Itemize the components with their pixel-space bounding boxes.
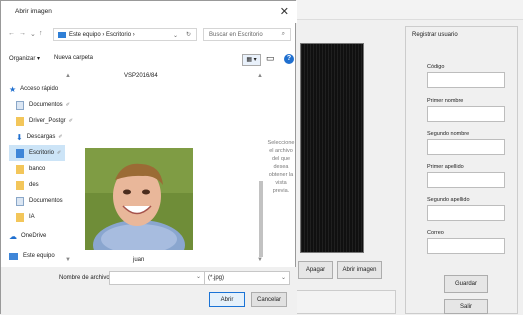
cancel-button[interactable]: Cancelar	[251, 292, 287, 307]
nav-item-este-equipo[interactable]: Este equipo	[9, 248, 55, 264]
folder-icon	[58, 31, 66, 38]
correo-input[interactable]	[427, 238, 505, 254]
chevron-down-icon[interactable]: ⌄	[196, 273, 201, 280]
nav-label: OneDrive	[21, 233, 47, 239]
search-input[interactable]: Buscar en Escritorio ⌕	[203, 28, 291, 41]
codigo-input[interactable]	[427, 72, 505, 88]
computer-icon	[9, 252, 18, 260]
chevron-down-icon[interactable]: ⌄	[173, 32, 178, 39]
primer-apellido-input[interactable]	[427, 172, 505, 188]
scroll-up-icon[interactable]: ▲	[257, 73, 263, 79]
primer-nombre-input[interactable]	[427, 106, 505, 122]
nav-label: banco	[29, 166, 46, 172]
document-icon	[16, 100, 24, 110]
segundo-nombre-input[interactable]	[427, 139, 505, 155]
folder-icon	[16, 148, 24, 158]
nav-scrollbar[interactable]: ▲ ▼	[65, 69, 72, 267]
nav-label: Acceso rápido	[20, 86, 59, 92]
navigation-pane: ★ Acceso rápido Documentos ✐ Driver_Postg…	[1, 73, 73, 267]
up-arrow-icon[interactable]: ↑	[39, 30, 43, 37]
document-icon	[16, 196, 24, 206]
dialog-title: Abrir imagen	[15, 8, 52, 15]
close-icon[interactable]: ✕	[280, 5, 289, 18]
preview-hint: Seleccione el archivo del que desea obte…	[267, 140, 295, 194]
segundo-apellido-label: Segundo apellido	[427, 197, 470, 203]
file-label-top[interactable]: VSP2016/84	[124, 73, 158, 79]
nav-item-documentos-2[interactable]: Documentos	[16, 193, 63, 209]
open-button[interactable]: Abrir	[209, 292, 245, 307]
nav-label: Documentos	[29, 102, 63, 108]
correo-label: Correo	[427, 230, 444, 236]
primer-nombre-label: Primer nombre	[427, 98, 464, 104]
dialog-toolbar: Organizar ▾ Nueva carpeta ▦ ▾ ▭ ?	[1, 47, 297, 69]
abrir-imagen-button[interactable]: Abrir imagen	[337, 261, 382, 279]
nav-label: Driver_Postgr	[29, 118, 66, 124]
file-name-label: Nombre de archivo:	[59, 275, 112, 281]
codigo-label: Código	[427, 64, 445, 70]
file-name-input[interactable]: ⌄	[109, 271, 205, 285]
file-label-juan[interactable]: juan	[133, 257, 144, 263]
pin-icon: ✐	[57, 150, 62, 156]
download-icon: ⬇	[16, 132, 23, 142]
nav-label: IA	[29, 214, 35, 220]
search-icon: ⌕	[281, 31, 285, 37]
file-type-value: (*.jpg)	[208, 275, 225, 281]
nav-label: Documentos	[29, 198, 63, 204]
nav-label: Descargas	[26, 134, 56, 140]
nav-item-acceso-rapido[interactable]: ★ Acceso rápido	[9, 81, 58, 97]
primer-apellido-label: Primer apellido	[427, 164, 464, 170]
scroll-thumb[interactable]	[259, 181, 263, 257]
segundo-nombre-label: Segundo nombre	[427, 131, 470, 137]
register-legend: Registrar usuario	[410, 32, 460, 38]
nav-label: Este equipo	[23, 253, 55, 259]
back-icon[interactable]: ←	[8, 30, 15, 37]
nav-label: des	[29, 182, 39, 188]
salir-button[interactable]: Salir	[444, 299, 488, 314]
chevron-down-icon[interactable]: ⌄	[281, 274, 286, 281]
nav-item-banco[interactable]: banco	[16, 161, 45, 177]
folder-icon	[16, 180, 24, 190]
image-thumbnail[interactable]	[85, 148, 193, 250]
dialog-titlebar: Abrir imagen ✕	[1, 1, 297, 23]
nav-item-documentos[interactable]: Documentos ✐	[16, 97, 70, 113]
organize-button[interactable]: Organizar ▾	[9, 55, 40, 62]
bottom-panel	[296, 290, 396, 314]
folder-icon	[16, 212, 24, 222]
open-image-dialog: Abrir imagen ✕ ← → ⌄ ↑ Este equipo › Esc…	[0, 0, 297, 315]
register-user-groupbox	[405, 26, 518, 314]
cloud-icon: ☁	[9, 231, 17, 241]
chevron-down-icon[interactable]: ⌄	[30, 30, 36, 38]
image-preview-panel	[300, 43, 364, 253]
help-icon[interactable]: ?	[284, 54, 294, 64]
star-icon: ★	[9, 84, 17, 94]
file-type-select[interactable]: (*.jpg) ⌄	[204, 271, 290, 285]
scroll-up-icon[interactable]: ▲	[65, 73, 71, 79]
folder-icon	[16, 164, 24, 174]
new-folder-button[interactable]: Nueva carpeta	[54, 55, 93, 61]
nav-item-descargas[interactable]: ⬇ Descargas ✐	[16, 129, 63, 145]
nav-item-ia[interactable]: IA	[16, 209, 35, 225]
scroll-down-icon[interactable]: ▼	[65, 257, 71, 263]
apagar-button[interactable]: Apagar	[298, 261, 333, 279]
panel-icon[interactable]: ▭	[266, 53, 275, 64]
scroll-down-icon[interactable]: ▼	[257, 257, 263, 263]
address-path: Este equipo › Escritorio ›	[69, 31, 135, 38]
nav-item-escritorio[interactable]: Escritorio ✐	[9, 145, 65, 161]
folder-icon	[16, 116, 24, 126]
search-placeholder: Buscar en Escritorio	[209, 32, 263, 38]
refresh-icon[interactable]: ↻	[186, 31, 191, 38]
nav-item-des[interactable]: des	[16, 177, 39, 193]
boy-photo	[85, 148, 193, 250]
pin-icon: ✐	[58, 134, 63, 140]
segundo-apellido-input[interactable]	[427, 205, 505, 221]
nav-item-onedrive[interactable]: ☁ OneDrive	[9, 228, 46, 244]
address-row: ← → ⌄ ↑ Este equipo › Escritorio › ⌄ ↻ B…	[1, 25, 297, 43]
forward-icon[interactable]: →	[19, 30, 26, 37]
grid-icon[interactable]: ▦ ▾	[242, 54, 261, 66]
background-titlebar	[296, 0, 523, 20]
address-bar[interactable]: Este equipo › Escritorio › ⌄ ↻	[53, 28, 197, 41]
nav-label: Escritorio	[29, 150, 55, 156]
guardar-button[interactable]: Guardar	[444, 275, 488, 293]
